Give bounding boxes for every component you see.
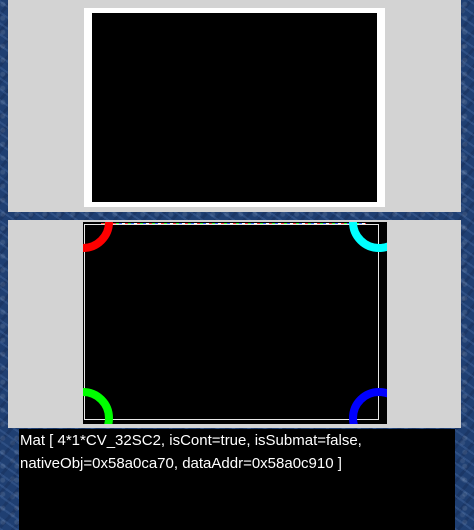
mat-info-text: Mat [ 4*1*CV_32SC2, isCont=true, isSubma… bbox=[20, 432, 362, 472]
original-image bbox=[92, 13, 377, 202]
processed-image bbox=[83, 222, 387, 424]
original-image-frame bbox=[84, 8, 385, 207]
top-edge-line bbox=[101, 223, 366, 224]
output-console: Mat [ 4*1*CV_32SC2, isCont=true, isSubma… bbox=[19, 429, 455, 530]
processed-image-panel bbox=[8, 220, 461, 428]
contour-rectangle bbox=[84, 224, 379, 420]
original-image-panel bbox=[8, 0, 461, 212]
